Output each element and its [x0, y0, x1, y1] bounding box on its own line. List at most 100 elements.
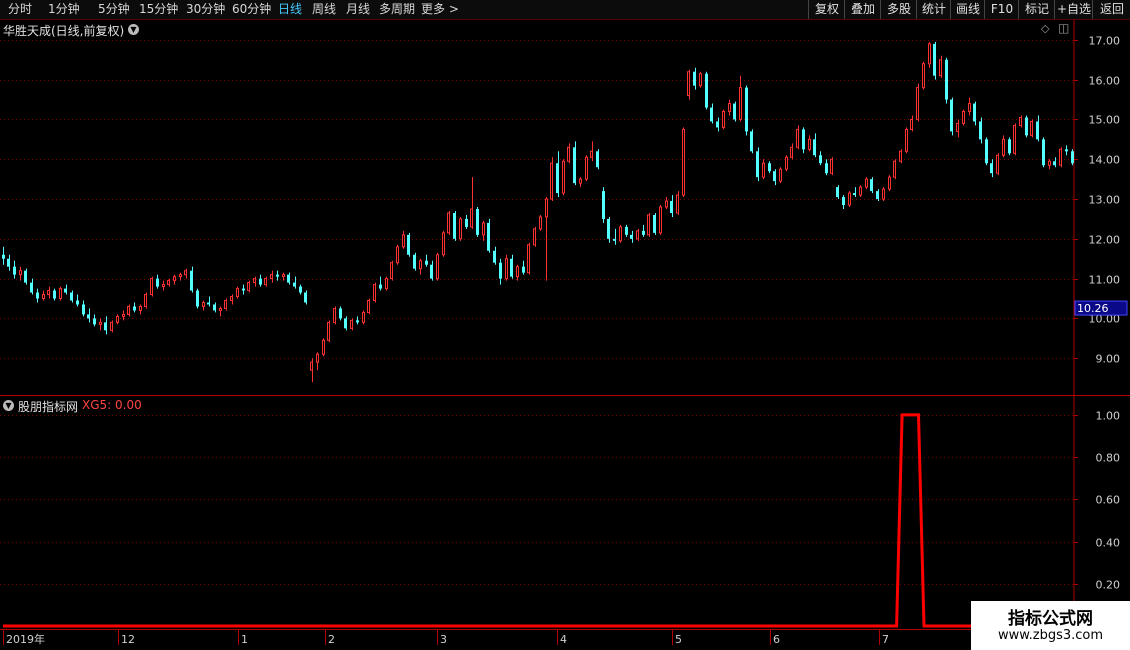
candle-body-up: [173, 276, 176, 282]
candle-body-down: [876, 191, 879, 200]
watermark: 指标公式网 www.zbgs3.com: [971, 601, 1130, 650]
candle-body-up: [922, 63, 925, 89]
candle-body-down: [990, 163, 993, 174]
candle-body-up: [722, 111, 725, 128]
candle-body-up: [139, 305, 142, 311]
candle-body-down: [813, 139, 816, 156]
candle-body-down: [293, 282, 296, 287]
candle-body-up: [116, 315, 119, 323]
candle-body-down: [493, 250, 496, 263]
candle-body-down: [842, 197, 845, 206]
candle-body-up: [322, 339, 325, 355]
candle-body-up: [390, 262, 393, 280]
candle-body-down: [933, 43, 936, 76]
candle-body-up: [687, 71, 690, 97]
candle-body-down: [613, 238, 616, 241]
price-tick-label: 13.00: [1089, 194, 1121, 207]
candle-body-down: [465, 218, 468, 227]
candle-body-up: [762, 162, 765, 178]
candle-body-up: [236, 288, 239, 298]
candle-body-up: [928, 43, 931, 65]
candle-body-up: [1030, 120, 1033, 136]
candle-body-up: [459, 218, 462, 240]
candle-body-up: [327, 321, 330, 341]
candle-body-down: [407, 234, 410, 255]
candle-body-down: [76, 300, 79, 305]
candle-body-down: [299, 286, 302, 293]
candle-body-down: [1008, 139, 1011, 154]
candle-body-down: [24, 270, 27, 283]
candle-body-up: [167, 280, 170, 286]
candle-body-down: [1071, 151, 1074, 164]
candle-body-down: [945, 59, 948, 100]
candle-body-down: [53, 290, 56, 299]
watermark-title: 指标公式网: [1008, 609, 1093, 629]
candle-body-down: [413, 254, 416, 269]
candle-body-down: [453, 212, 456, 239]
time-tick-label: 1: [241, 633, 248, 646]
candle-body-down: [836, 187, 839, 198]
candle-body-down: [104, 322, 107, 331]
candle-body-up: [396, 246, 399, 264]
xg5-signal-line: [3, 413, 1072, 628]
time-tick-label: 5: [675, 633, 682, 646]
time-tick-label: 2019年: [6, 632, 45, 646]
candle-body-down: [853, 193, 856, 196]
price-tick-label: 17.00: [1089, 35, 1121, 48]
candle-body-down: [356, 320, 359, 323]
candle-body-down: [213, 304, 216, 311]
candle-body-up: [567, 146, 570, 162]
candle-body-up: [1048, 160, 1051, 166]
candle-body-up: [316, 353, 319, 363]
candle-body-down: [64, 288, 67, 293]
candle-body-up: [59, 288, 62, 300]
candle-body-up: [270, 274, 273, 280]
candle-body-down: [556, 163, 559, 194]
candle-body-down: [802, 129, 805, 150]
candle-body-up: [619, 226, 622, 242]
candle-body-up: [202, 301, 205, 307]
candle-body-up: [127, 305, 130, 315]
candle-body-up: [905, 128, 908, 152]
candle-body-down: [133, 306, 136, 311]
candle-body-up: [264, 278, 267, 286]
candle-body-down: [287, 274, 290, 283]
candle-body-up: [790, 146, 793, 158]
candle-body-up: [350, 319, 353, 329]
time-tick-label: 2: [328, 633, 335, 646]
candle-body-up: [333, 307, 336, 323]
indicator-menu-icon[interactable]: ▼: [3, 400, 14, 411]
candle-body-up: [1013, 124, 1016, 154]
candle-body-down: [304, 292, 307, 303]
panel-toggle-icon[interactable]: ◫: [1058, 21, 1069, 35]
indicator-value: XG5: 0.00: [82, 398, 142, 412]
chevron-down-icon[interactable]: ▼: [128, 24, 139, 35]
candle-body-up: [373, 284, 376, 302]
candle-body-down: [476, 208, 479, 235]
candle-body-down: [710, 107, 713, 122]
candle-body-up: [665, 200, 668, 208]
candle-body-up: [42, 294, 45, 300]
candle-body-up: [150, 278, 153, 296]
candle-body-down: [339, 308, 342, 319]
candle-body-up: [910, 118, 913, 130]
diamond-icon[interactable]: ◇: [1041, 22, 1049, 35]
candle-body-up: [162, 284, 165, 288]
candle-body-up: [962, 111, 965, 124]
candle-body-up: [579, 178, 582, 184]
candle-body-down: [276, 274, 279, 277]
candle-body-down: [1025, 117, 1028, 136]
candle-body-up: [1002, 138, 1005, 156]
candle-body-up: [110, 321, 113, 331]
candle-body-up: [19, 270, 22, 276]
candle-body-down: [36, 292, 39, 299]
candle-body-up: [539, 216, 542, 230]
candle-body-up: [253, 278, 256, 284]
candle-body-up: [739, 87, 742, 120]
stock-title: 华胜天成(日线,前复权): [3, 24, 125, 38]
time-tick-label: 12: [121, 633, 135, 646]
candle-body-down: [573, 147, 576, 184]
candle-body-down: [745, 87, 748, 132]
candle-body-down: [156, 278, 159, 287]
candle-body-down: [630, 234, 633, 239]
